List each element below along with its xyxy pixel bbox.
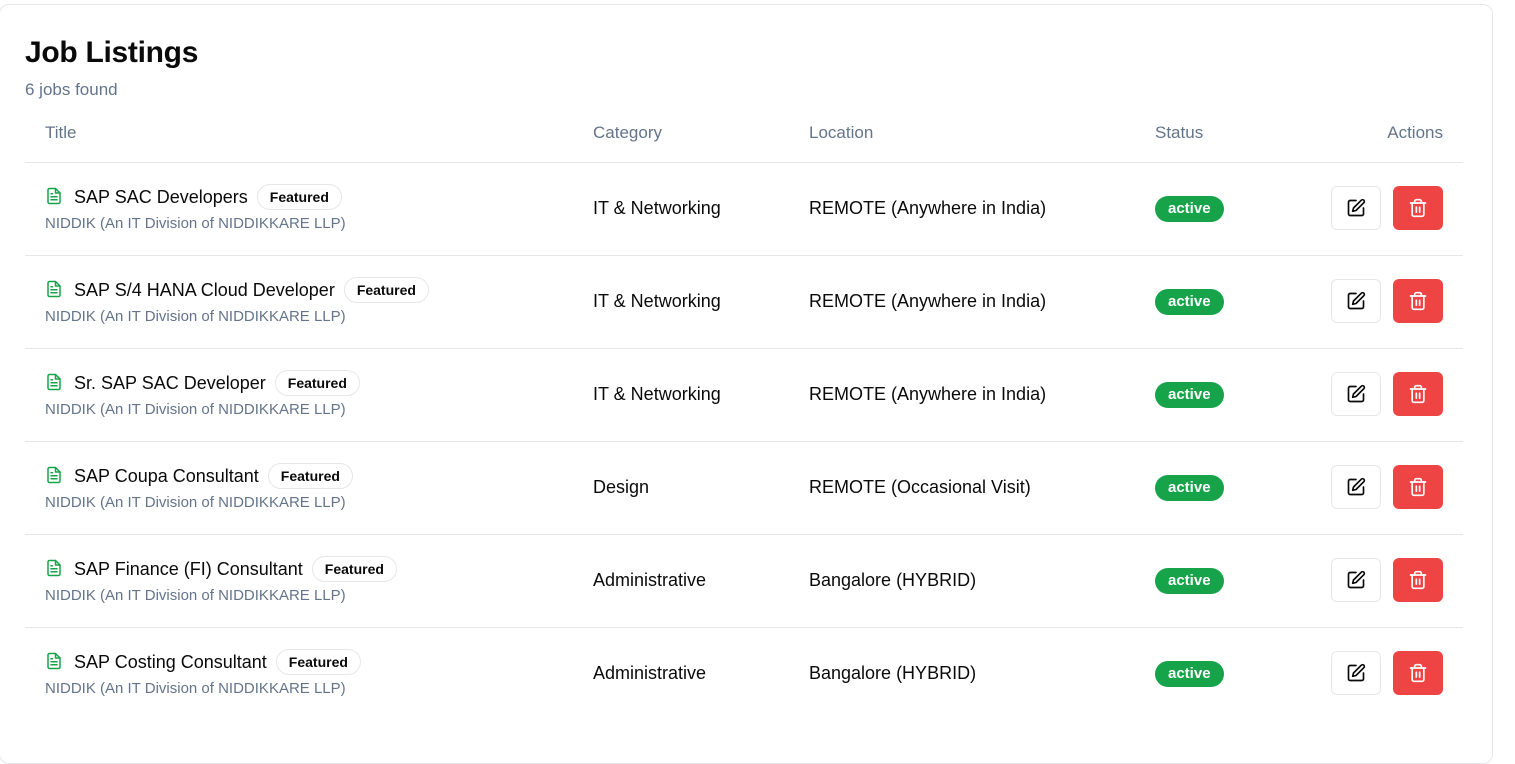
table-row: SAP SAC Developers Featured NIDDIK (An I… <box>25 163 1463 256</box>
document-icon <box>47 652 61 670</box>
document-icon <box>47 373 61 391</box>
document-icon <box>47 280 61 298</box>
table-row: SAP Coupa Consultant Featured NIDDIK (An… <box>25 442 1463 535</box>
job-title-group: Sr. SAP SAC Developer Featured <box>74 370 360 396</box>
job-location: REMOTE (Anywhere in India) <box>809 384 1047 404</box>
delete-button[interactable] <box>1393 558 1443 602</box>
status-badge: active <box>1155 661 1224 687</box>
job-title[interactable]: SAP Finance (FI) Consultant <box>74 559 303 580</box>
edit-icon <box>1347 663 1366 682</box>
company-name: NIDDIK (An IT Division of NIDDIKKARE LLP… <box>45 587 346 604</box>
edit-button[interactable] <box>1331 651 1381 695</box>
job-category: Administrative <box>593 663 707 683</box>
delete-button[interactable] <box>1393 186 1443 230</box>
column-header-status: Status <box>1155 123 1204 142</box>
featured-badge: Featured <box>275 649 361 675</box>
job-location: REMOTE (Anywhere in India) <box>809 198 1047 218</box>
job-title-group: SAP SAC Developers Featured <box>74 184 342 210</box>
table-header: Title Category Location Status Actions <box>25 111 1463 163</box>
trash-icon <box>1409 663 1427 683</box>
trash-icon <box>1409 291 1427 311</box>
company-name: NIDDIK (An IT Division of NIDDIKKARE LLP… <box>45 308 346 325</box>
column-header-location: Location <box>809 123 874 142</box>
trash-icon <box>1409 570 1427 590</box>
job-location: Bangalore (HYBRID) <box>809 570 977 590</box>
job-title[interactable]: SAP SAC Developers <box>74 187 248 208</box>
job-title[interactable]: SAP Coupa Consultant <box>74 466 259 487</box>
table-body: SAP SAC Developers Featured NIDDIK (An I… <box>25 163 1463 720</box>
status-badge: active <box>1155 475 1224 501</box>
edit-button[interactable] <box>1331 372 1381 416</box>
table-row: Sr. SAP SAC Developer Featured NIDDIK (A… <box>25 349 1463 442</box>
edit-icon <box>1347 570 1366 589</box>
job-location: REMOTE (Anywhere in India) <box>809 291 1047 311</box>
job-location: REMOTE (Occasional Visit) <box>809 477 1031 497</box>
company-name: NIDDIK (An IT Division of NIDDIKKARE LLP… <box>45 494 346 511</box>
delete-button[interactable] <box>1393 651 1443 695</box>
table-row: SAP Costing Consultant Featured NIDDIK (… <box>25 628 1463 720</box>
featured-badge: Featured <box>267 463 353 489</box>
job-category: IT & Networking <box>593 384 721 404</box>
company-name: NIDDIK (An IT Division of NIDDIKKARE LLP… <box>45 680 346 697</box>
job-location: Bangalore (HYBRID) <box>809 663 977 683</box>
edit-icon <box>1347 477 1366 496</box>
trash-icon <box>1409 477 1427 497</box>
delete-button[interactable] <box>1393 279 1443 323</box>
document-icon <box>47 187 61 205</box>
job-title[interactable]: Sr. SAP SAC Developer <box>74 373 266 394</box>
edit-button[interactable] <box>1331 186 1381 230</box>
edit-icon <box>1347 384 1366 403</box>
job-title-group: SAP S/4 HANA Cloud Developer Featured <box>74 277 429 303</box>
job-title[interactable]: SAP Costing Consultant <box>74 652 267 673</box>
job-table: Title Category Location Status Actions S… <box>25 111 1463 720</box>
edit-button[interactable] <box>1331 279 1381 323</box>
job-category: IT & Networking <box>593 198 721 218</box>
edit-icon <box>1347 198 1366 217</box>
featured-badge: Featured <box>343 277 429 303</box>
trash-icon <box>1409 384 1427 404</box>
job-title-group: SAP Costing Consultant Featured <box>74 649 361 675</box>
job-listings-card: Job Listings 6 jobs found Title Category… <box>0 4 1493 764</box>
trash-icon <box>1409 198 1427 218</box>
status-badge: active <box>1155 568 1224 594</box>
column-header-category: Category <box>593 123 662 142</box>
status-badge: active <box>1155 382 1224 408</box>
job-title-group: SAP Finance (FI) Consultant Featured <box>74 556 397 582</box>
delete-button[interactable] <box>1393 465 1443 509</box>
status-badge: active <box>1155 289 1224 315</box>
document-icon <box>47 559 61 577</box>
job-category: Design <box>593 477 650 497</box>
company-name: NIDDIK (An IT Division of NIDDIKKARE LLP… <box>45 215 346 232</box>
column-header-actions: Actions <box>1387 123 1443 142</box>
job-category: IT & Networking <box>593 291 721 311</box>
job-title-group: SAP Coupa Consultant Featured <box>74 463 353 489</box>
table-row: SAP S/4 HANA Cloud Developer Featured NI… <box>25 256 1463 349</box>
document-icon <box>47 466 61 484</box>
company-name: NIDDIK (An IT Division of NIDDIKKARE LLP… <box>45 401 346 418</box>
edit-button[interactable] <box>1331 558 1381 602</box>
job-title[interactable]: SAP S/4 HANA Cloud Developer <box>74 280 335 301</box>
jobs-count: 6 jobs found <box>25 80 118 99</box>
delete-button[interactable] <box>1393 372 1443 416</box>
featured-badge: Featured <box>274 370 360 396</box>
edit-icon <box>1347 291 1366 310</box>
featured-badge: Featured <box>311 556 397 582</box>
featured-badge: Featured <box>256 184 342 210</box>
page-title: Job Listings <box>25 36 199 69</box>
column-header-title: Title <box>45 123 77 142</box>
table-row: SAP Finance (FI) Consultant Featured NID… <box>25 535 1463 628</box>
edit-button[interactable] <box>1331 465 1381 509</box>
status-badge: active <box>1155 196 1224 222</box>
job-category: Administrative <box>593 570 707 590</box>
